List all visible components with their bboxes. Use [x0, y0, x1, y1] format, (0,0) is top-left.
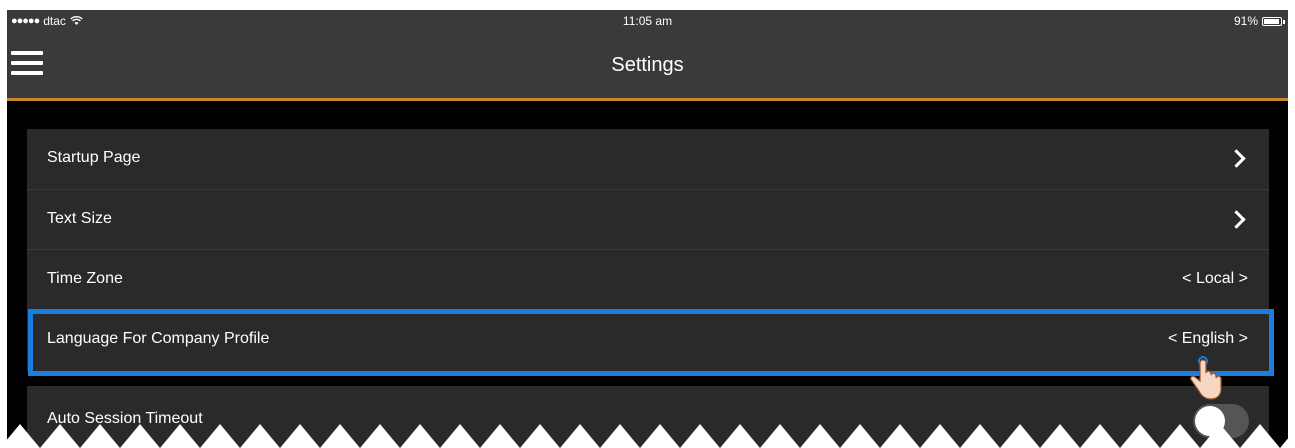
- tap-hand-icon: [1190, 356, 1222, 400]
- status-time: 11:05 am: [622, 14, 673, 28]
- settings-row-startup-page[interactable]: Startup Page: [27, 129, 1269, 189]
- chevron-right-icon: [1227, 149, 1246, 168]
- battery-icon: [1262, 16, 1285, 26]
- nav-bar: Settings: [7, 32, 1288, 101]
- battery-percent: 91%: [1233, 14, 1258, 28]
- settings-group: Startup Page Text Size Time Zone < Local…: [27, 129, 1269, 371]
- row-label: Time Zone: [47, 270, 123, 287]
- status-right: 91%: [1233, 14, 1285, 28]
- language-value[interactable]: < English >: [1168, 330, 1248, 348]
- row-label: Text Size: [47, 210, 112, 227]
- settings-row-language-company-profile[interactable]: Language For Company Profile < English >: [27, 309, 1269, 369]
- chevron-right-icon: [1227, 210, 1246, 229]
- settings-row-time-zone[interactable]: Time Zone < Local >: [27, 249, 1269, 309]
- battery-fill: [1264, 18, 1279, 24]
- settings-row-text-size[interactable]: Text Size: [27, 189, 1269, 249]
- status-bar: ●●●●● dtac 11:05 am 91%: [7, 10, 1288, 32]
- device-screen: ●●●●● dtac 11:05 am 91% Settings Startup…: [7, 10, 1288, 448]
- time-zone-value[interactable]: < Local >: [1182, 270, 1248, 288]
- torn-edge-decoration: [0, 424, 1295, 448]
- row-label: Language For Company Profile: [47, 330, 270, 347]
- page-title: Settings: [611, 54, 684, 76]
- row-label: Startup Page: [47, 149, 141, 166]
